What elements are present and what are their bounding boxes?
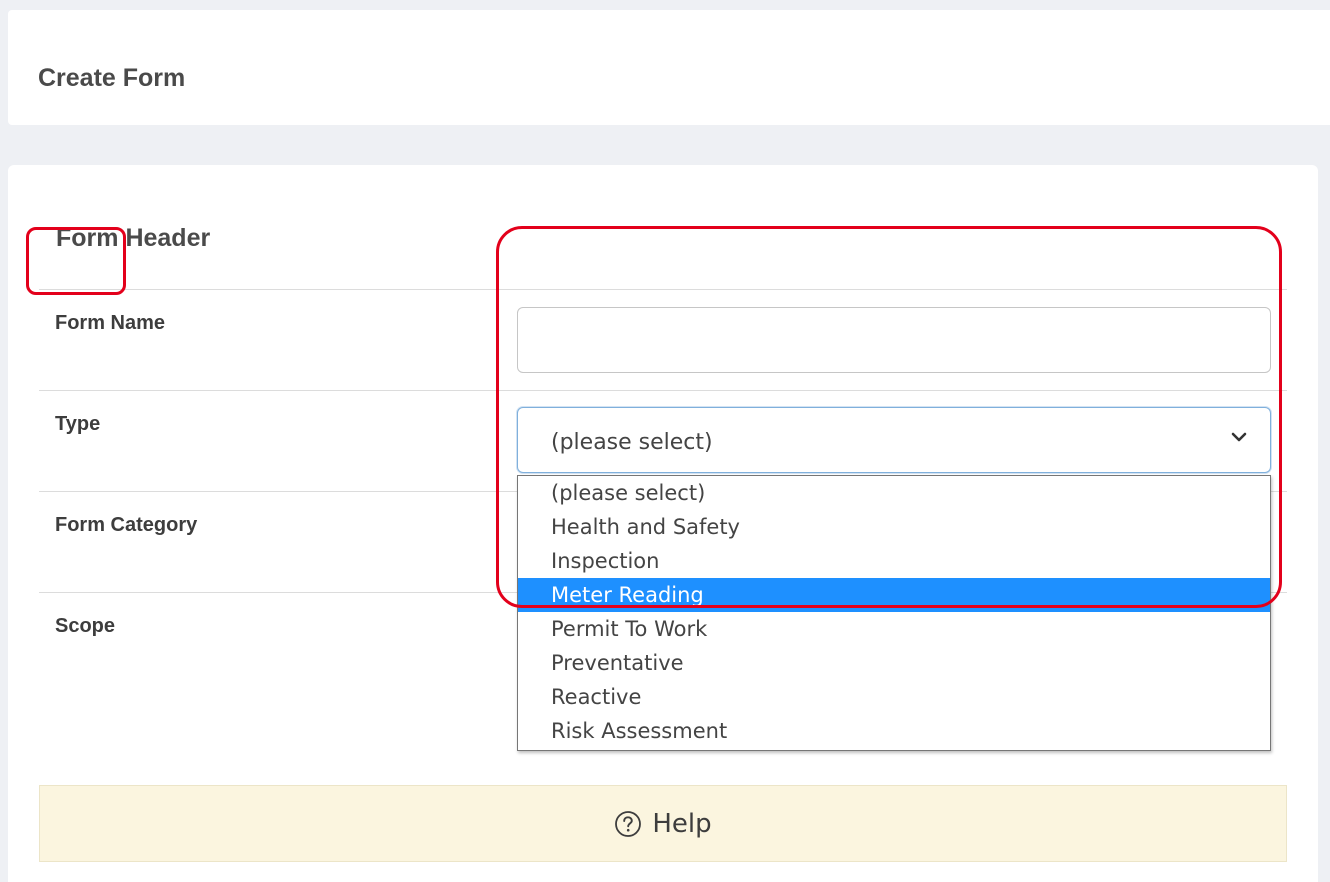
annotation-highlight-select (496, 226, 1282, 608)
type-label: Type (55, 413, 101, 435)
help-label: Help (652, 808, 712, 839)
page-title: Create Form (38, 64, 186, 92)
help-button[interactable]: Help (39, 785, 1287, 862)
type-option-risk-assessment[interactable]: Risk Assessment (518, 714, 1270, 748)
type-option-permit-to-work[interactable]: Permit To Work (518, 612, 1270, 646)
type-option-preventative[interactable]: Preventative (518, 646, 1270, 680)
question-circle-icon (615, 810, 642, 837)
form-category-label: Form Category (55, 514, 198, 536)
header-card: Create Form (8, 10, 1330, 125)
annotation-highlight-type (26, 227, 126, 295)
scope-label: Scope (55, 615, 116, 637)
type-option-reactive[interactable]: Reactive (518, 680, 1270, 714)
form-name-label: Form Name (55, 312, 166, 334)
